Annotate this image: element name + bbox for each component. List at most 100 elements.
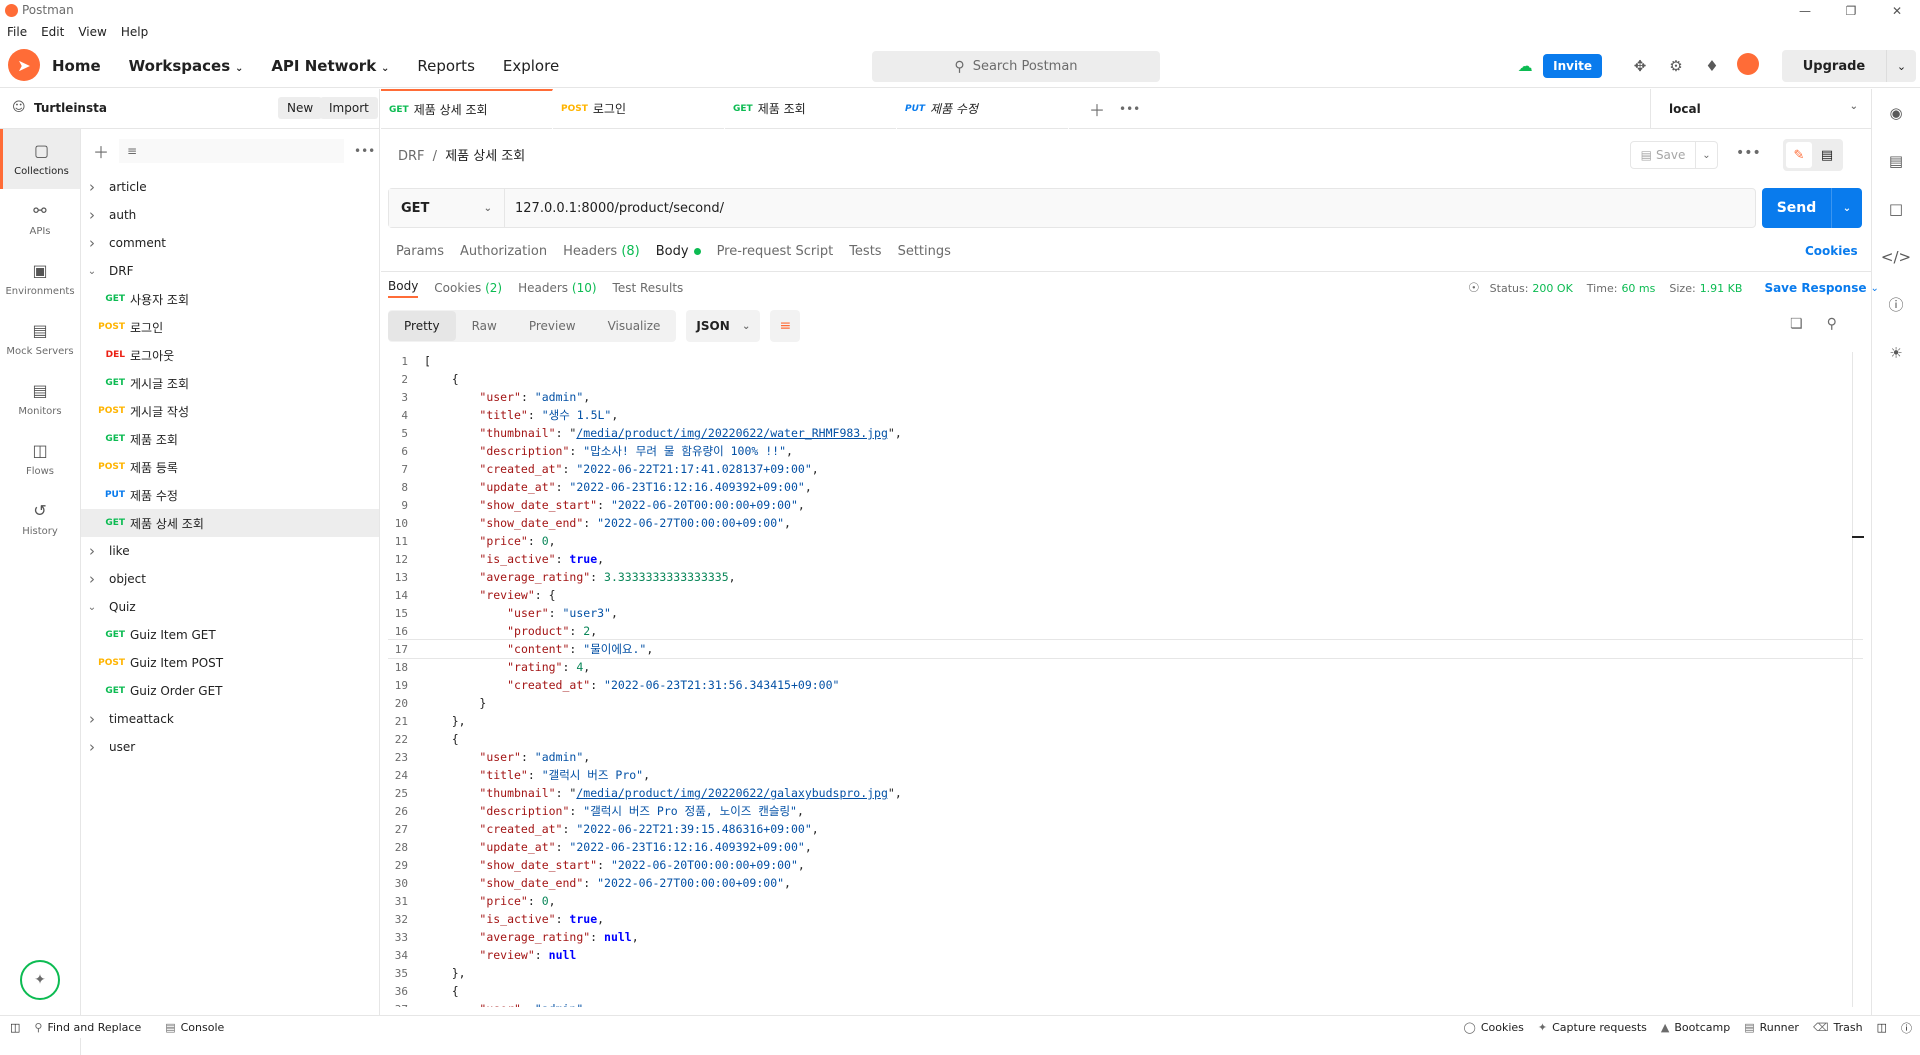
rail-mock-servers[interactable]: ▤ Mock Servers [0,309,80,369]
request-item[interactable]: POST 게시글 작성 [81,397,379,425]
view-raw[interactable]: Raw [456,311,513,341]
cookies-button[interactable]: ◯ Cookies [1464,1021,1524,1034]
tab-options-icon[interactable]: ••• [1119,102,1140,116]
folder-item[interactable]: › article [81,173,379,201]
folder-item[interactable]: › like [81,537,379,565]
tab-settings[interactable]: Settings [898,244,951,259]
tab-headers[interactable]: Headers (8) [563,244,640,259]
chevron-down-icon[interactable]: ⌄ [1871,283,1879,294]
rail-flows[interactable]: ◫ Flows [0,429,80,489]
comment-mode-icon[interactable]: ▤ [1814,142,1840,168]
folder-item[interactable]: › auth [81,201,379,229]
new-button[interactable]: New [278,97,323,119]
rail-environments[interactable]: ▣ Environments [0,249,80,309]
console-button[interactable]: ▤ Console [165,1021,224,1034]
rail-monitors[interactable]: ▤ Monitors [0,369,80,429]
help-icon[interactable]: ⓘ [1901,1020,1912,1036]
globe-icon[interactable]: ☉ [1468,281,1480,296]
copy-icon[interactable]: ❏ [1790,316,1803,332]
nav-reports[interactable]: Reports [417,57,475,75]
info-icon[interactable]: ⓘ [1872,281,1920,329]
wrap-lines-icon[interactable]: ≡ [770,310,801,342]
tab-body[interactable]: Body [656,244,701,259]
request-tab[interactable]: PUT 제품 수정 [897,88,1069,129]
folder-item[interactable]: › user [81,733,379,761]
chevron-right-icon[interactable]: › [81,234,103,252]
resp-tab-test-results[interactable]: Test Results [613,281,684,295]
gear-icon[interactable]: ⚙ [1658,57,1694,75]
request-more-icon[interactable]: ••• [1736,145,1761,161]
tab-tests[interactable]: Tests [849,244,881,259]
satellite-icon[interactable]: ✥ [1622,57,1658,75]
folder-item[interactable]: › object [81,565,379,593]
request-tab[interactable]: POST 로그인 [553,88,725,129]
import-button[interactable]: Import [320,97,378,119]
documentation-icon[interactable]: ▤ [1872,137,1920,185]
sync-status-icon[interactable]: ☁ [1507,57,1543,75]
menu-view[interactable]: View [71,22,113,42]
resp-tab-cookies[interactable]: Cookies (2) [434,281,502,295]
lightbulb-icon[interactable]: ☀ [1872,329,1920,377]
filter-input[interactable]: ≡ [119,139,345,163]
comments-icon[interactable]: □ [1872,185,1920,233]
runner-button[interactable]: ▤ Runner [1744,1021,1799,1034]
scrollbar[interactable] [1852,352,1853,1007]
chevron-right-icon[interactable]: › [81,710,103,728]
menu-help[interactable]: Help [114,22,155,42]
view-preview[interactable]: Preview [513,311,592,341]
trash-button[interactable]: ⌫ Trash [1813,1021,1863,1034]
tab-params[interactable]: Params [396,244,444,259]
request-item[interactable]: POST 로그인 [81,313,379,341]
chevron-right-icon[interactable]: › [81,570,103,588]
environment-select[interactable]: local ⌄ [1650,89,1870,129]
rail-apis[interactable]: ⚯ APIs [0,189,80,249]
cookies-link[interactable]: Cookies [1805,244,1858,258]
request-item[interactable]: GET 사용자 조회 [81,285,379,313]
search-response-icon[interactable]: ⚲ [1827,316,1837,332]
save-button[interactable]: ▤ Save [1630,141,1696,169]
eye-icon[interactable]: ◉ [1872,89,1920,137]
view-visualize[interactable]: Visualize [592,311,677,341]
response-body-editor[interactable]: 1[2 {3 "user": "admin", 4 "title": "생수 1.… [388,352,1863,1007]
upgrade-dropdown-icon[interactable]: ⌄ [1886,50,1916,82]
request-item[interactable]: GET Guiz Item GET [81,621,379,649]
capture-requests-button[interactable]: ✦ Capture requests [1538,1021,1647,1034]
code-icon[interactable]: </> [1872,233,1920,281]
menu-edit[interactable]: Edit [34,22,71,42]
bootcamp-progress-icon[interactable]: ✦ [20,960,60,1000]
chevron-down-icon[interactable]: ⌄ [81,266,103,277]
breadcrumb-parent[interactable]: DRF [398,149,425,164]
bell-icon[interactable]: ♦ [1694,57,1730,75]
bootcamp-button[interactable]: ▲ Bootcamp [1661,1021,1730,1034]
restore-icon[interactable]: ❐ [1828,0,1874,22]
nav-api-network[interactable]: API Network ⌄ [271,57,389,75]
request-item[interactable]: GET 게시글 조회 [81,369,379,397]
chevron-right-icon[interactable]: › [81,738,103,756]
format-select[interactable]: JSON ⌄ [686,310,761,342]
send-button[interactable]: Send ⌄ [1762,188,1862,228]
request-item[interactable]: DEL 로그아웃 [81,341,379,369]
request-item[interactable]: GET 제품 상세 조회 [81,509,379,537]
request-tab[interactable]: GET 제품 상세 조회 [381,88,553,129]
request-item[interactable]: POST Guiz Item POST [81,649,379,677]
find-replace-button[interactable]: ⚲ Find and Replace [34,1021,141,1034]
request-item[interactable]: GET Guiz Order GET [81,677,379,705]
more-options-icon[interactable]: ••• [354,144,375,158]
request-item[interactable]: GET 제품 조회 [81,425,379,453]
folder-item[interactable]: ⌄ DRF [81,257,379,285]
search-input[interactable]: ⚲ Search Postman [872,51,1160,82]
nav-workspaces[interactable]: Workspaces ⌄ [129,57,244,75]
new-tab-icon[interactable]: ＋ [1089,97,1105,121]
rail-history[interactable]: ↺ History [0,489,80,549]
chevron-right-icon[interactable]: › [81,178,103,196]
method-select[interactable]: GET ⌄ [389,189,505,227]
scrollbar-thumb[interactable] [1852,536,1864,538]
save-dropdown-icon[interactable]: ⌄ [1696,141,1718,169]
resp-tab-headers[interactable]: Headers (10) [518,281,596,295]
chevron-down-icon[interactable]: ⌄ [81,602,103,613]
workspace-name[interactable]: Turtleinsta [34,101,107,115]
close-icon[interactable]: ✕ [1874,0,1920,22]
breadcrumb-current[interactable]: 제품 상세 조회 [445,149,525,164]
resp-tab-body[interactable]: Body [388,279,419,298]
menu-file[interactable]: File [0,22,34,42]
